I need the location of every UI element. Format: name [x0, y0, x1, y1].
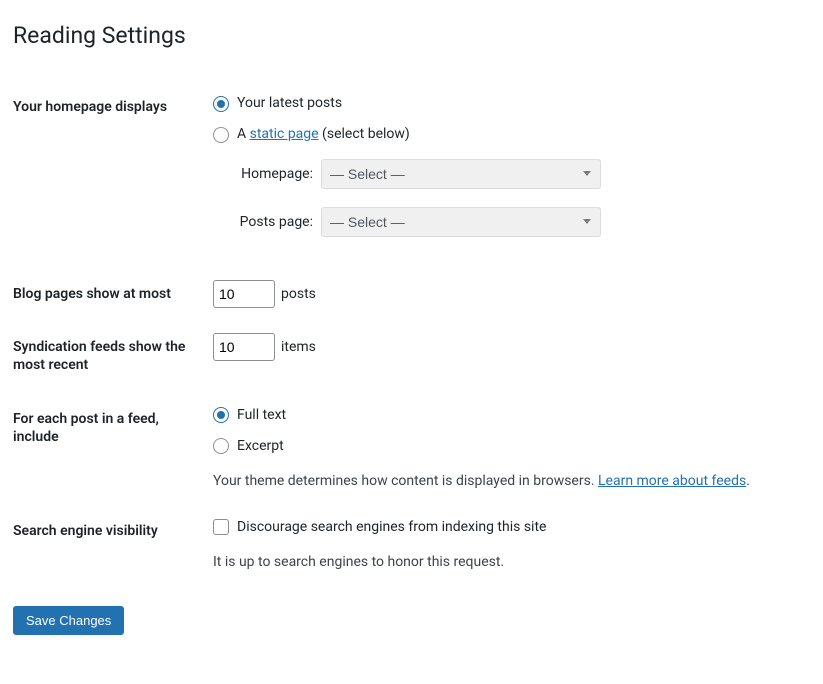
homepage-display-label: Your homepage displays	[13, 83, 213, 270]
blog-pages-suffix: posts	[281, 284, 316, 305]
homepage-latest-posts-radio[interactable]	[213, 96, 229, 112]
homepage-select-label: Homepage:	[233, 164, 313, 185]
feed-fulltext-radio[interactable]	[213, 407, 229, 423]
page-title: Reading Settings	[13, 13, 810, 53]
learn-more-feeds-link[interactable]: Learn more about feeds	[598, 473, 746, 489]
homepage-static-page-option[interactable]: A static page (select below)	[213, 124, 800, 145]
homepage-select[interactable]: — Select —	[321, 159, 601, 189]
feed-include-label: For each post in a feed, include	[13, 395, 213, 507]
homepage-static-page-text: A static page (select below)	[237, 124, 410, 145]
feed-excerpt-text: Excerpt	[237, 436, 284, 457]
feed-fulltext-text: Full text	[237, 405, 286, 426]
search-engine-description: It is up to search engines to honor this…	[213, 552, 800, 573]
discourage-search-checkbox[interactable]	[213, 519, 229, 535]
syndication-suffix: items	[281, 337, 316, 358]
save-button[interactable]: Save Changes	[13, 606, 124, 635]
feed-excerpt-option[interactable]: Excerpt	[213, 436, 800, 457]
feed-description: Your theme determines how content is dis…	[213, 471, 800, 492]
syndication-label: Syndication feeds show the most recent	[13, 323, 213, 394]
discourage-search-text: Discourage search engines from indexing …	[237, 517, 546, 538]
postspage-select-label: Posts page:	[233, 212, 313, 233]
static-page-link[interactable]: static page	[250, 126, 319, 142]
blog-pages-label: Blog pages show at most	[13, 270, 213, 323]
search-engine-label: Search engine visibility	[13, 507, 213, 588]
blog-pages-input[interactable]	[213, 280, 275, 308]
homepage-latest-posts-option[interactable]: Your latest posts	[213, 93, 800, 114]
feed-fulltext-option[interactable]: Full text	[213, 405, 800, 426]
homepage-latest-posts-text: Your latest posts	[237, 93, 342, 114]
homepage-static-page-radio[interactable]	[213, 127, 229, 143]
feed-excerpt-radio[interactable]	[213, 438, 229, 454]
postspage-select[interactable]: — Select —	[321, 207, 601, 237]
syndication-input[interactable]	[213, 333, 275, 361]
discourage-search-option[interactable]: Discourage search engines from indexing …	[213, 517, 800, 538]
